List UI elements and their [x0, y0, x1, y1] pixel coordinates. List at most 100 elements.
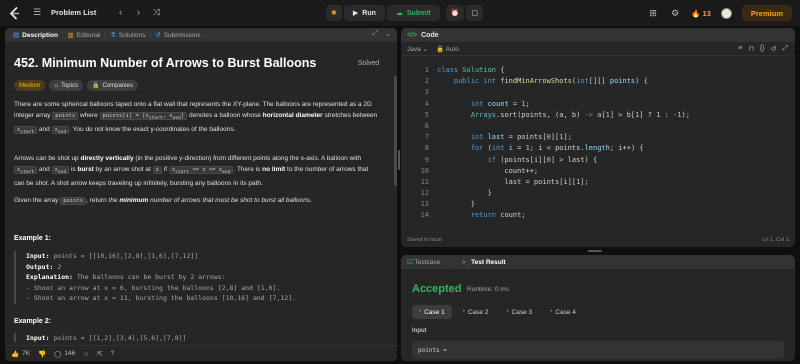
editorial-icon: ▥ [67, 32, 74, 39]
code-text: int last = points[0][1]; [470, 133, 572, 142]
result-status: Accepted [412, 283, 462, 295]
case-1-button[interactable]: • Case 1 [412, 305, 452, 319]
dislike-button[interactable]: 👎 [38, 350, 46, 358]
text: and [37, 166, 52, 173]
explanation-text: The balloons can be burst by 2 arrows: [72, 273, 226, 281]
text: by an arrow shot at [93, 166, 153, 173]
tab-test-result[interactable]: >_ Test Result [462, 259, 506, 266]
horizontal-splitter[interactable] [588, 250, 602, 252]
comment-count: 146 [64, 350, 76, 357]
bug-icon: ✱ [331, 10, 337, 17]
difficulty-badge[interactable]: Medium [14, 80, 46, 91]
format-icon[interactable]: ≡ [738, 45, 742, 53]
case-label: Case 2 [467, 308, 489, 316]
streak-counter[interactable]: 🔥 13 [691, 9, 711, 18]
tab-editorial[interactable]: ▥ Editorial [64, 28, 105, 42]
example-1-title: Example 1: [14, 235, 51, 242]
code-text: } [437, 200, 475, 209]
test-tabs: ☑ Testcase | >_ Test Result [401, 255, 795, 269]
premium-button[interactable]: Premium [741, 5, 792, 21]
flask-icon: ⚗ [109, 32, 116, 39]
inline-code: xend [51, 166, 70, 175]
line-number: 11 [420, 177, 429, 186]
text: and [37, 126, 52, 134]
expand-icon[interactable]: ⤢ [782, 45, 788, 53]
comments-button[interactable]: ◯ 146 [54, 350, 75, 358]
line-number: 9 [424, 155, 429, 164]
bookmark-icon[interactable]: ⊓ [748, 45, 753, 53]
collapse-icon[interactable]: ⌄ [385, 30, 391, 38]
tab-description[interactable]: ▤ Description [9, 28, 62, 42]
example-2-box: Input: points = [[1,2],[3,4],[5,6],[7,8]… [14, 333, 380, 342]
code-text: public int findMinArrowShots(int[][] poi… [453, 77, 648, 86]
submit-button[interactable]: ☁ Submit [386, 5, 440, 21]
tab-testcase[interactable]: ☑ Testcase [407, 258, 440, 266]
text: , return [86, 197, 109, 204]
topics-label: Topics [60, 82, 78, 89]
example-1-box: Input: points = [[10,16],[2,8],[1,6],[7,… [14, 251, 380, 304]
leetcode-logo-icon[interactable] [8, 6, 20, 20]
maximize-icon[interactable]: ⤢ [373, 30, 379, 38]
bold-text: minimum [119, 197, 149, 204]
star-icon: ☆ [83, 350, 90, 358]
share-button[interactable]: ⇱ [97, 350, 102, 358]
code-panel: </> Code Java ⌄ 🔒 Auto ≡ ⊓ {} ↺ ⤢ 1 class… [401, 28, 795, 247]
problem-content: 452. Minimum Number of Arrows to Burst B… [14, 42, 382, 342]
code-line: 1 class Solution { [401, 65, 795, 76]
case-2-button[interactable]: • Case 2 [456, 305, 496, 319]
previous-problem-icon[interactable]: ‹ [114, 6, 126, 18]
output-label: Output: [26, 262, 54, 271]
code-text: int count = 1; [470, 99, 530, 108]
user-avatar[interactable] [720, 7, 732, 19]
problem-list-link[interactable]: Problem List [51, 8, 96, 17]
help-button[interactable]: ? [111, 350, 115, 357]
case-4-button[interactable]: • Case 4 [543, 305, 583, 319]
code-editor[interactable]: 1 class Solution { 2 public int findMinAr… [401, 65, 795, 222]
notes-button[interactable]: ▢ [466, 5, 483, 21]
tab-submissions[interactable]: ↺ Submissions [151, 28, 204, 42]
code-line: 13 } [401, 199, 795, 210]
layout-icon[interactable]: ⊞ [647, 7, 659, 19]
case-label: Case 1 [424, 308, 445, 316]
debug-button[interactable]: ✱ [326, 5, 342, 21]
shuffle-icon[interactable]: ⤨ [150, 6, 162, 18]
example-2-input: Input: points = [[1,2],[3,4],[5,6],[7,8]… [26, 333, 380, 342]
favorite-button[interactable]: ☆ [83, 350, 89, 358]
run-button[interactable]: ▶ Run [343, 5, 385, 21]
description-scrollbar[interactable] [394, 76, 397, 186]
share-icon: ⇱ [97, 350, 103, 358]
vertical-splitter[interactable] [397, 150, 400, 170]
terminal-icon: >_ [461, 258, 470, 266]
bold-text: no limit [262, 166, 286, 173]
line-number: 5 [424, 110, 429, 119]
description-panel: ▤ Description | ▥ Editorial | ⚗ Solution… [5, 28, 397, 361]
bold-text: burst [77, 166, 94, 173]
like-button[interactable]: 👍 7K [11, 350, 30, 358]
braces-icon[interactable]: {} [760, 45, 765, 53]
example-1-input: Input: points = [[10,16],[2,8],[1,6],[7,… [26, 251, 380, 262]
top-bar: ☰ Problem List ‹ › ⤨ ✱ ▶ Run ☁ Submit ⏰ … [0, 0, 800, 26]
language-select[interactable]: Java ⌄ [407, 45, 428, 53]
companies-badge[interactable]: 🔒 Companies [86, 80, 138, 91]
pass-dot-icon: • [462, 309, 465, 315]
tab-solutions[interactable]: ⚗ Solutions [106, 28, 150, 42]
cloud-upload-icon: ☁ [395, 10, 403, 17]
problem-list-icon[interactable]: ☰ [31, 6, 43, 18]
case-3-button[interactable]: • Case 3 [499, 305, 539, 319]
like-count: 7K [22, 350, 31, 357]
settings-gear-icon[interactable]: ⚙ [669, 7, 681, 19]
topics-badge[interactable]: ⌂ Topics [49, 80, 83, 91]
line-number: 13 [420, 200, 429, 209]
text: . You do not know the exact y-coordinate… [69, 126, 236, 134]
example-1-explanation: Explanation: The balloons can be burst b… [26, 272, 380, 283]
next-problem-icon[interactable]: › [132, 6, 144, 18]
subscript: end [222, 170, 231, 176]
line-number: 2 [424, 77, 429, 86]
reset-icon[interactable]: ↺ [771, 45, 777, 53]
timer-button[interactable]: ⏰ [445, 5, 465, 21]
auto-mode-toggle[interactable]: 🔒 Auto [436, 45, 459, 53]
code-brackets-icon: </> [407, 31, 418, 39]
input-value: points = [[10,16],[2,8],[1,6],[7,12]] [49, 252, 199, 260]
text: <= x <= x [188, 167, 223, 173]
inline-code: x [152, 166, 162, 174]
